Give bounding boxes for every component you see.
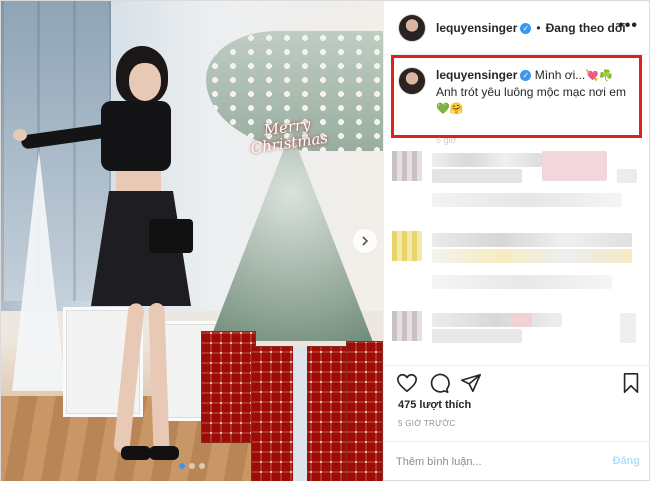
blurred-text [432,249,632,263]
likes-count[interactable]: 475 lượt thích [398,399,471,411]
instagram-post: Merry Christmas lequyensinger ✓ • Đang t… [0,0,650,481]
gift-box [346,341,383,481]
post-header: lequyensinger ✓ • Đang theo dõi ••• [384,1,650,55]
post-comment-button[interactable]: Đăng [613,455,641,467]
blurred-comment [392,231,642,267]
comment-icon[interactable] [428,372,450,394]
post-photo[interactable]: Merry Christmas [1,1,383,481]
blurred-comment [392,271,642,307]
leg [113,302,145,454]
share-icon[interactable] [460,372,482,394]
slide-dot [189,463,195,469]
gift-ribbon [293,346,307,481]
leg [148,302,170,454]
separator: • [536,20,541,35]
comment-bar: Đăng [384,441,650,481]
blurred-text [542,151,607,181]
blurred-text [432,169,522,183]
blurred-comment [392,189,642,225]
avatar [392,311,422,341]
avatar [392,151,422,181]
blurred-text [512,313,532,327]
post-timestamp[interactable]: 5 GIỜ TRƯỚC [398,419,456,428]
header-username[interactable]: lequyensinger ✓ [436,21,532,35]
slide-indicator [179,463,205,469]
blurred-text [432,193,622,207]
blurred-text [432,313,562,327]
caption-highlight-box [391,55,642,138]
chevron-right-icon[interactable] [353,229,377,253]
handbag [149,219,193,253]
verified-badge-icon: ✓ [520,22,532,34]
username-text[interactable]: lequyensinger [436,21,517,35]
blurred-comment [392,151,642,187]
blurred-text [432,275,612,289]
heart-icon[interactable] [396,372,418,394]
blurred-text [432,153,542,167]
shoe [121,446,151,460]
blurred-comment [392,311,642,347]
hand [13,129,27,141]
blurred-text [617,169,637,183]
blurred-text [620,313,636,343]
shoe [149,446,179,460]
following-button[interactable]: Đang theo dõi [546,21,626,35]
blurred-text [432,329,522,343]
bookmark-icon[interactable] [620,372,642,394]
avatar [392,231,422,261]
slide-dot [179,463,185,469]
black-top [101,101,171,171]
comment-input[interactable] [396,452,596,472]
action-bar [384,365,650,399]
avatar[interactable] [398,13,426,42]
face [129,63,161,101]
blurred-text [432,233,632,247]
woman-figure [13,41,221,481]
more-icon[interactable]: ••• [618,17,638,35]
slide-dot [199,463,205,469]
